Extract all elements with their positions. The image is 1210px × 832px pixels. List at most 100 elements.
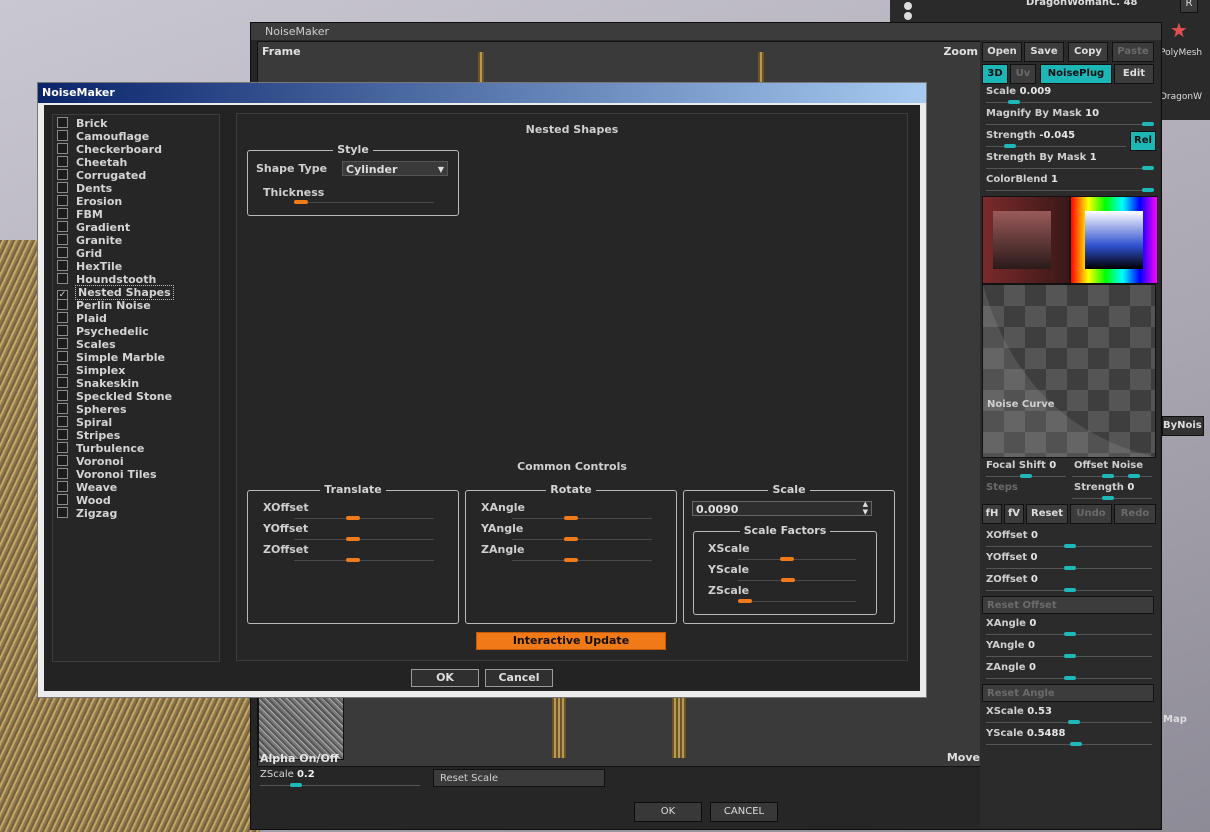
checkbox-icon[interactable] — [57, 260, 68, 271]
noise-list-item[interactable]: Speckled Stone — [57, 390, 172, 403]
alpha-on-off-label[interactable]: Alpha On/Off — [260, 752, 339, 765]
checkbox-icon[interactable] — [57, 364, 68, 375]
noise-list-item[interactable]: Cheetah — [57, 156, 127, 169]
bynoise-button[interactable]: ByNois — [1162, 416, 1204, 436]
noise-list-item[interactable]: Camouflage — [57, 130, 149, 143]
noise-list-item[interactable]: Granite — [57, 234, 122, 247]
noise-list-item[interactable]: Voronoi — [57, 455, 124, 468]
noise-list-item[interactable]: ✓ Nested Shapes — [57, 285, 174, 301]
scale-slider[interactable] — [986, 100, 1152, 104]
xscale-slider[interactable] — [986, 720, 1152, 724]
zoffset-slider[interactable] — [294, 558, 434, 562]
yangle-slider[interactable] — [512, 537, 652, 541]
noise-list-item[interactable]: Houndstooth — [57, 273, 156, 286]
shape-type-select[interactable]: Cylinder ▼ — [342, 161, 448, 176]
copy-button[interactable]: Copy — [1068, 42, 1108, 62]
scale-value-input[interactable]: 0.0090 ▲ ▼ — [692, 500, 872, 516]
reset-scale-button[interactable]: Reset Scale — [433, 769, 605, 787]
checkbox-icon[interactable] — [57, 429, 68, 440]
checkbox-icon[interactable] — [57, 312, 68, 323]
noise-list-item[interactable]: Stripes — [57, 429, 120, 442]
zoffset-slider[interactable] — [986, 588, 1152, 592]
uv-mode-button[interactable]: Uv — [1010, 64, 1036, 84]
noise-list-item[interactable]: Wood — [57, 494, 111, 507]
checkbox-icon[interactable] — [57, 442, 68, 453]
ok-button[interactable]: OK — [411, 669, 479, 687]
magnify-slider[interactable] — [986, 122, 1154, 126]
noise-list-item[interactable]: Spiral — [57, 416, 112, 429]
curve-reset-button[interactable]: Reset — [1026, 504, 1068, 524]
alpha-thumbnail[interactable] — [258, 696, 344, 760]
noise-list-item[interactable]: Brick — [57, 117, 107, 130]
checkbox-icon[interactable] — [57, 143, 68, 154]
checkbox-icon[interactable] — [57, 325, 68, 336]
undo-button[interactable]: Undo — [1070, 504, 1112, 524]
checkbox-icon[interactable] — [57, 234, 68, 245]
checkbox-icon[interactable] — [57, 273, 68, 284]
spinner-arrows-icon[interactable]: ▲ ▼ — [863, 500, 868, 516]
checkbox-icon[interactable] — [57, 416, 68, 427]
strength-slider[interactable] — [986, 144, 1126, 148]
checkbox-icon[interactable] — [57, 338, 68, 349]
offset-noise-slider[interactable] — [1072, 474, 1152, 478]
xoffset-slider[interactable] — [294, 516, 434, 520]
noise-curve-editor[interactable]: Noise Curve — [982, 284, 1156, 458]
noise-list-item[interactable]: Simple Marble — [57, 351, 165, 364]
noise-list-item[interactable]: Dents — [57, 182, 112, 195]
zscale-slider[interactable] — [738, 599, 856, 603]
3d-mode-button[interactable]: 3D — [982, 64, 1008, 84]
cancel-button[interactable]: Cancel — [485, 669, 553, 687]
color-picker-right[interactable] — [1070, 196, 1158, 284]
preview-cancel-button[interactable]: CANCEL — [710, 802, 778, 822]
xangle-slider[interactable] — [986, 632, 1152, 636]
focal-shift-slider[interactable] — [986, 474, 1066, 478]
preview-ok-button[interactable]: OK — [634, 802, 702, 822]
zangle-slider[interactable] — [512, 558, 652, 562]
noise-list-item[interactable]: Psychedelic — [57, 325, 149, 338]
xscale-slider[interactable] — [738, 557, 856, 561]
yoffset-slider[interactable] — [294, 537, 434, 541]
yangle-slider[interactable] — [986, 654, 1152, 658]
yoffset-slider[interactable] — [986, 566, 1152, 570]
checkbox-icon[interactable] — [57, 351, 68, 362]
redo-button[interactable]: Redo — [1114, 504, 1156, 524]
noiseplug-button[interactable]: NoisePlug — [1040, 64, 1112, 84]
checkbox-icon[interactable] — [57, 481, 68, 492]
checkbox-icon[interactable] — [57, 494, 68, 505]
xangle-slider[interactable] — [512, 516, 652, 520]
color-picker-left[interactable] — [982, 196, 1070, 284]
reset-offset-button[interactable]: Reset Offset — [982, 596, 1154, 614]
checkbox-icon[interactable] — [57, 130, 68, 141]
noise-list-item[interactable]: Snakeskin — [57, 377, 139, 390]
zangle-slider[interactable] — [986, 676, 1152, 680]
noise-list-item[interactable]: HexTile — [57, 260, 122, 273]
flip-h-button[interactable]: fH — [982, 504, 1002, 524]
reset-angle-button[interactable]: Reset Angle — [982, 684, 1154, 702]
noise-list-item[interactable]: FBM — [57, 208, 103, 221]
checkbox-icon[interactable] — [57, 221, 68, 232]
paste-button[interactable]: Paste — [1112, 42, 1154, 62]
checkbox-icon[interactable] — [57, 390, 68, 401]
checkbox-icon[interactable] — [57, 117, 68, 128]
save-button[interactable]: Save — [1024, 42, 1064, 62]
checkbox-icon[interactable] — [57, 208, 68, 219]
noise-list-item[interactable]: Simplex — [57, 364, 125, 377]
checkbox-icon[interactable] — [57, 169, 68, 180]
color-square-left[interactable] — [993, 211, 1051, 269]
checkbox-icon[interactable] — [57, 468, 68, 479]
checkbox-icon[interactable] — [57, 156, 68, 167]
noise-list-item[interactable]: Checkerboard — [57, 143, 162, 156]
noise-list-item[interactable]: Erosion — [57, 195, 122, 208]
colorblend-slider[interactable] — [986, 188, 1154, 192]
checkbox-icon[interactable] — [57, 403, 68, 414]
thickness-slider[interactable] — [294, 200, 434, 204]
strength-2-slider[interactable] — [1072, 496, 1152, 500]
rel-button[interactable]: Rel — [1130, 131, 1156, 151]
open-button[interactable]: Open — [982, 42, 1022, 62]
strength-by-mask-slider[interactable] — [986, 166, 1154, 170]
noise-list-item[interactable]: Corrugated — [57, 169, 146, 182]
noise-list-item[interactable]: Turbulence — [57, 442, 144, 455]
r-button[interactable]: R — [1180, 0, 1198, 13]
noise-list-item[interactable]: Plaid — [57, 312, 107, 325]
xoffset-slider[interactable] — [986, 544, 1152, 548]
